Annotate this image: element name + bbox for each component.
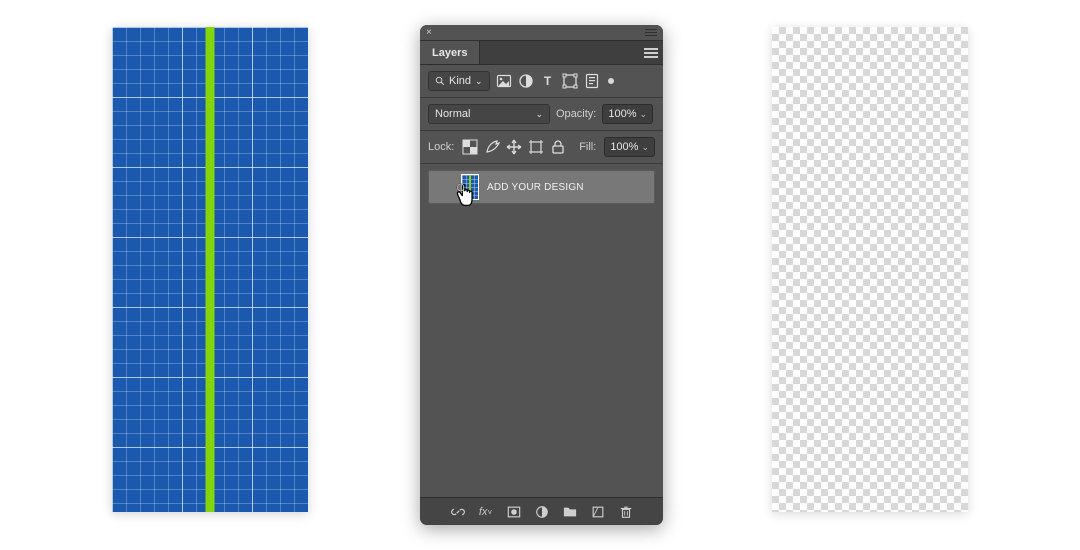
filter-shape-icon[interactable] <box>562 73 578 89</box>
panel-tabs: Layers <box>420 41 663 65</box>
filter-kind-label: Kind <box>449 75 471 87</box>
tab-layers-label: Layers <box>432 47 467 59</box>
filter-pixel-icon[interactable] <box>496 73 512 89</box>
adjustment-layer-icon[interactable] <box>535 505 549 519</box>
fill-value: 100% <box>610 141 638 153</box>
filter-kind-select[interactable]: Kind ⌄ <box>428 71 490 91</box>
chevron-down-icon: ⌄ <box>640 109 648 120</box>
link-layers-icon[interactable] <box>451 505 465 519</box>
panel-grip-icon[interactable] <box>645 29 657 37</box>
layer-filter-row: Kind ⌄ T <box>420 65 663 98</box>
blueprint-center-stripe <box>206 27 215 512</box>
blend-row: Normal ⌄ Opacity: 100% ⌄ <box>420 98 663 131</box>
new-layer-icon[interactable] <box>591 505 605 519</box>
fill-label: Fill: <box>579 141 596 153</box>
transparent-canvas <box>772 27 968 512</box>
opacity-input[interactable]: 100% ⌄ <box>602 104 653 124</box>
group-icon[interactable] <box>563 505 577 519</box>
close-icon[interactable]: × <box>426 27 432 38</box>
filter-type-icon[interactable]: T <box>540 73 556 89</box>
panel-titlebar[interactable]: × <box>420 25 663 41</box>
lock-artboard-icon[interactable] <box>528 139 544 155</box>
layer-mask-icon[interactable] <box>507 505 521 519</box>
blueprint-canvas <box>112 27 308 512</box>
fill-input[interactable]: 100% ⌄ <box>604 137 655 157</box>
lock-row: Lock: Fill: 100% ⌄ <box>420 131 663 164</box>
filter-smart-icon[interactable] <box>584 73 600 89</box>
lock-position-icon[interactable] <box>506 139 522 155</box>
filter-adjust-icon[interactable] <box>518 73 534 89</box>
lock-all-icon[interactable] <box>550 139 566 155</box>
tab-layers[interactable]: Layers <box>420 41 480 64</box>
layer-fx-icon[interactable]: fx˅ <box>479 505 493 519</box>
lock-image-icon[interactable] <box>484 139 500 155</box>
filter-toggle-icon[interactable] <box>608 78 614 84</box>
panel-bottom-bar: fx˅ <box>420 497 663 525</box>
chevron-down-icon: ⌄ <box>641 142 649 153</box>
opacity-value: 100% <box>608 108 636 120</box>
chevron-down-icon: ⌄ <box>535 109 543 120</box>
panel-menu-icon[interactable] <box>639 41 663 64</box>
opacity-label: Opacity: <box>556 108 596 120</box>
blend-mode-select[interactable]: Normal ⌄ <box>428 104 550 124</box>
layer-item[interactable]: ADD YOUR DESIGN <box>428 170 655 204</box>
blend-mode-label: Normal <box>435 108 470 120</box>
layer-name: ADD YOUR DESIGN <box>487 182 584 193</box>
search-icon <box>435 76 445 86</box>
lock-label: Lock: <box>428 141 454 153</box>
layers-panel: × Layers Kind ⌄ T Normal <box>420 25 663 525</box>
lock-transparency-icon[interactable] <box>462 139 478 155</box>
trash-icon[interactable] <box>619 505 633 519</box>
chevron-down-icon: ⌄ <box>475 76 483 87</box>
cursor-hand-icon <box>455 180 481 208</box>
